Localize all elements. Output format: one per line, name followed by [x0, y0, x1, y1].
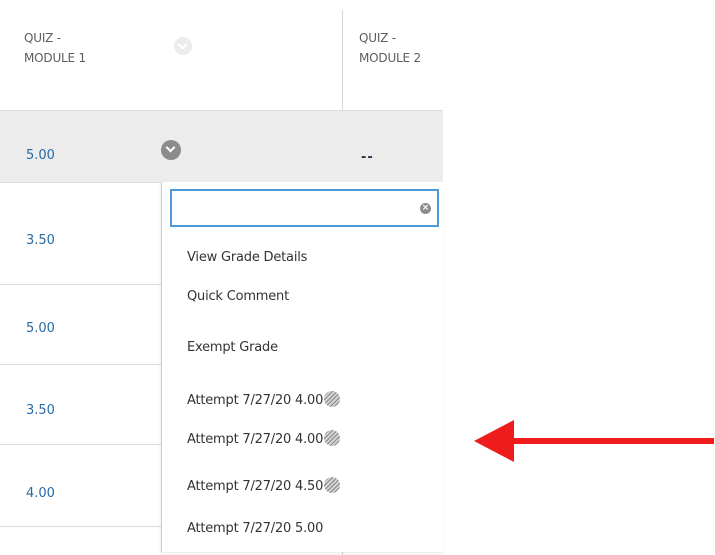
grade-cell-link[interactable]: 5.00	[26, 148, 55, 163]
grade-cell-link[interactable]: 3.50	[26, 233, 55, 248]
attempt-label: Attempt 7/27/20 4.00	[187, 393, 324, 408]
column-header-quiz-module-2[interactable]: QUIZ - MODULE 2	[359, 28, 443, 68]
row-divider	[0, 110, 443, 111]
attempt-status-icon	[324, 391, 341, 407]
grade-cell-link[interactable]: 4.00	[26, 486, 55, 501]
menu-item-exempt-grade[interactable]: Exempt Grade	[187, 340, 278, 355]
arrow-left-icon	[474, 420, 715, 462]
menu-item-view-grade-details[interactable]: View Grade Details	[187, 250, 307, 265]
grade-cell-empty[interactable]: --	[361, 150, 374, 165]
menu-item-attempt[interactable]: Attempt 7/27/20 4.50	[187, 477, 341, 494]
attempt-label: Attempt 7/27/20 4.00	[187, 432, 324, 447]
clear-icon[interactable]: ×	[420, 203, 431, 214]
menu-item-attempt[interactable]: Attempt 7/27/20 4.00	[187, 430, 341, 447]
menu-item-attempt[interactable]: Attempt 7/27/20 5.00	[187, 521, 323, 536]
column-header-quiz-module-1[interactable]: QUIZ - MODULE 1	[24, 28, 134, 68]
column-menu-chevron-icon[interactable]	[174, 37, 192, 55]
grade-cell-chevron-icon[interactable]	[161, 140, 181, 160]
arrow-shaft	[504, 438, 714, 444]
grade-context-menu: × View Grade Details Quick Comment Exemp…	[161, 182, 444, 552]
attempt-status-icon	[324, 477, 341, 493]
attempt-label: Attempt 7/27/20 4.50	[187, 479, 324, 494]
grade-cell-link[interactable]: 3.50	[26, 403, 55, 418]
attempt-status-icon	[324, 430, 341, 446]
menu-item-quick-comment[interactable]: Quick Comment	[187, 289, 289, 304]
grade-row-selected[interactable]	[0, 110, 443, 182]
menu-item-attempt[interactable]: Attempt 7/27/20 4.00	[187, 391, 341, 408]
attempt-label: Attempt 7/27/20 5.00	[187, 521, 324, 536]
grade-cell-link[interactable]: 5.00	[26, 321, 55, 336]
menu-search-input[interactable]: ×	[170, 189, 439, 227]
